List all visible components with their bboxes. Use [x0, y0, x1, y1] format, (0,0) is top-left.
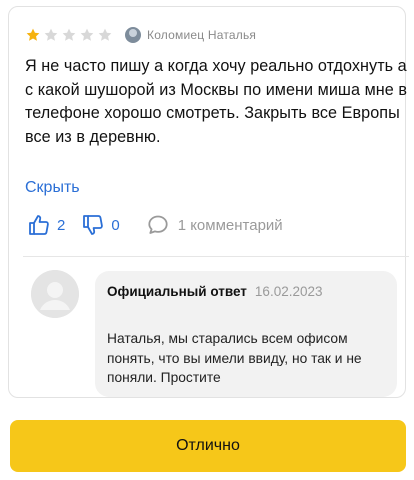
star-filled-icon — [26, 28, 40, 41]
review-card: Коломиец Наталья Я не часто пишу а когда… — [8, 6, 409, 398]
review-header: Коломиец Наталья — [25, 25, 256, 45]
business-avatar — [31, 270, 79, 318]
hide-link[interactable]: Скрыть — [25, 179, 80, 197]
star-empty-icon — [44, 28, 58, 41]
excellent-button[interactable]: Отлично — [10, 420, 406, 472]
star-empty-icon — [98, 28, 112, 41]
author-avatar[interactable] — [125, 27, 141, 43]
review-actions: 2 0 1 комментарий — [27, 212, 283, 238]
divider — [23, 256, 409, 257]
rating-stars — [25, 27, 113, 43]
author-name[interactable]: Коломиец Наталья — [147, 28, 256, 42]
like-count: 2 — [57, 216, 66, 234]
speech-bubble-icon — [148, 215, 168, 234]
dislike-count: 0 — [111, 216, 120, 234]
user-placeholder-icon — [31, 270, 79, 318]
star-empty-icon — [62, 28, 76, 41]
official-reply: Официальный ответ 16.02.2023 Наталья, мы… — [95, 271, 397, 397]
thumbs-up-icon — [29, 215, 49, 235]
official-reply-date: 16.02.2023 — [254, 284, 323, 299]
dislike-button[interactable]: 0 — [81, 213, 120, 237]
like-button[interactable]: 2 — [27, 213, 65, 237]
review-page: Коломиец Наталья Я не часто пишу а когда… — [0, 0, 414, 480]
official-reply-header: Официальный ответ 16.02.2023 — [107, 284, 323, 299]
comments-count: 1 комментарий — [177, 216, 283, 234]
official-reply-title: Официальный ответ — [107, 284, 247, 299]
review-text: Я не часто пишу а когда хочу реально отд… — [25, 57, 407, 146]
star-empty-icon — [80, 28, 94, 41]
thumbs-down-icon — [83, 215, 104, 235]
official-reply-text: Наталья, мы старались всем офисом понять… — [107, 331, 362, 385]
comments-button[interactable]: 1 комментарий — [146, 213, 283, 237]
